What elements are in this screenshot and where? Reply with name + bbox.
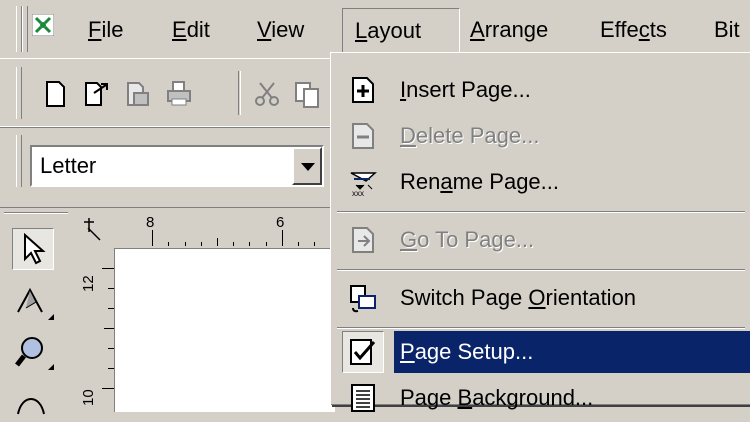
label-mnemonic: a (440, 169, 453, 194)
propbar-grip[interactable] (16, 135, 22, 187)
go-to-page-icon (352, 227, 374, 253)
menu-effects-label: ts (649, 17, 667, 42)
menu-item-label: Switch Page Orientation (400, 275, 636, 321)
menu-layout-mnemonic: L (355, 18, 368, 43)
menu-bitmaps-label: Bit (714, 17, 740, 42)
pick-tool[interactable] (12, 228, 54, 270)
menu-effects-mnemonic: c (638, 17, 650, 42)
copy-icon[interactable] (292, 79, 322, 109)
property-bar: Letter (0, 126, 335, 208)
chevron-down-icon[interactable] (292, 147, 322, 185)
page-background-icon (351, 384, 375, 412)
open-document-icon[interactable] (80, 79, 110, 109)
menu-edit-mnemonic: E (172, 17, 187, 42)
menu-item-delete-page[interactable]: Delete Page... (334, 113, 750, 159)
label-pre: Switch Page (400, 285, 529, 310)
menu-item-rename-page[interactable]: xxx Rename Page... (334, 159, 750, 205)
label-rest: me Page... (452, 169, 559, 194)
paper-size-value: Letter (40, 153, 97, 178)
svg-text:xxx: xxx (352, 189, 364, 197)
paper-size-select[interactable]: Letter (30, 145, 324, 187)
cut-icon[interactable] (252, 79, 282, 109)
menu-layout[interactable]: Layout (342, 8, 460, 53)
toolbox (0, 206, 72, 415)
menu-view[interactable]: View (245, 8, 316, 52)
shape-tool[interactable] (12, 282, 54, 322)
label-mnemonic: B (457, 385, 473, 410)
pick-arrow-icon (24, 233, 46, 265)
label-mnemonic: P (400, 339, 415, 364)
label-rest: rientation (545, 285, 637, 310)
menubar-grip-2[interactable] (22, 6, 28, 52)
menu-item-label: Rename Page... (400, 159, 559, 205)
rename-page-icon: xxx (350, 172, 377, 197)
menu-item-label: Go To Page... (400, 217, 534, 263)
menu-bitmaps[interactable]: Bit (702, 8, 750, 52)
ruler-origin[interactable] (78, 212, 114, 248)
layout-menu-dropdown: Insert Page... Delete Page... xxx Rename… (330, 52, 750, 412)
label-rest: elete Page... (415, 123, 540, 148)
menu-item-label: Insert Page... (400, 67, 531, 113)
curve-icon (17, 398, 45, 415)
menu-effects-pre: Effe (600, 17, 639, 42)
delete-page-icon (352, 123, 374, 149)
label-rest: o To Page... (417, 227, 535, 252)
ruler-label-10: 10 (80, 389, 97, 406)
new-document-icon[interactable] (40, 79, 70, 109)
ruler-origin-icon (84, 218, 101, 241)
print-icon[interactable] (164, 79, 194, 109)
label-rest: nsert Page... (406, 77, 531, 102)
label-mnemonic: G (400, 227, 418, 252)
menu-bar: File Edit View Layout Arrange Effects Bi… (0, 0, 750, 58)
ruler-label-12: 12 (80, 275, 97, 292)
menu-file-mnemonic: F (88, 17, 102, 42)
menu-item-switch-orientation[interactable]: Switch Page Orientation (334, 275, 750, 321)
menu-edit[interactable]: Edit (160, 8, 222, 52)
zoom-tool[interactable] (12, 332, 54, 372)
label-pre: Page (400, 385, 458, 410)
menu-effects[interactable]: Effects (588, 8, 679, 52)
toolbar-grip[interactable] (16, 67, 22, 119)
menu-layout-label: ayout (367, 18, 422, 43)
menu-arrange-label: rrange (484, 17, 549, 42)
menu-view-mnemonic: V (257, 17, 272, 42)
curve-tool[interactable] (12, 382, 52, 422)
orientation-icon (350, 285, 376, 313)
vertical-ruler[interactable]: 12 10 (78, 248, 115, 412)
label-pre: Ren (400, 169, 441, 194)
label-rest: age Setup... (414, 339, 534, 364)
menu-item-go-to-page[interactable]: Go To Page... (334, 217, 750, 263)
menu-separator (337, 269, 745, 271)
menu-arrange[interactable]: Arrange (458, 8, 560, 52)
menu-item-insert-page[interactable]: Insert Page... (334, 67, 750, 113)
drawing-canvas[interactable] (115, 249, 335, 412)
label-mnemonic: O (528, 285, 546, 310)
ruler-label-8: 8 (146, 214, 155, 231)
menu-arrange-mnemonic: A (470, 17, 485, 42)
menu-file[interactable]: File (76, 8, 135, 52)
standard-toolbar (0, 58, 335, 128)
menu-edit-label: dit (186, 17, 210, 42)
toolbox-grip[interactable] (4, 212, 68, 214)
label-rest: ackground... (472, 385, 594, 410)
label-mnemonic: D (400, 123, 416, 148)
shape-node-icon (17, 287, 43, 313)
toolbar-separator (238, 71, 241, 115)
menu-separator (337, 211, 745, 213)
menu-item-label: Page Setup... (400, 329, 533, 375)
page-setup-icon (350, 339, 376, 365)
menu-item-label: Page Background... (400, 375, 593, 421)
insert-page-icon (352, 77, 374, 103)
menu-item-label: Delete Page... (400, 113, 539, 159)
magnifier-icon (15, 337, 43, 367)
save-icon[interactable] (122, 79, 152, 109)
horizontal-ruler[interactable]: 8 6 (78, 212, 335, 249)
menu-item-page-setup[interactable]: Page Setup... (334, 329, 750, 375)
menu-view-label: iew (271, 17, 305, 42)
ruler-label-6: 6 (276, 214, 285, 231)
menu-item-page-background[interactable]: Page Background... (334, 375, 750, 421)
app-logo-icon[interactable] (32, 14, 54, 36)
menu-file-label: ile (101, 17, 124, 42)
